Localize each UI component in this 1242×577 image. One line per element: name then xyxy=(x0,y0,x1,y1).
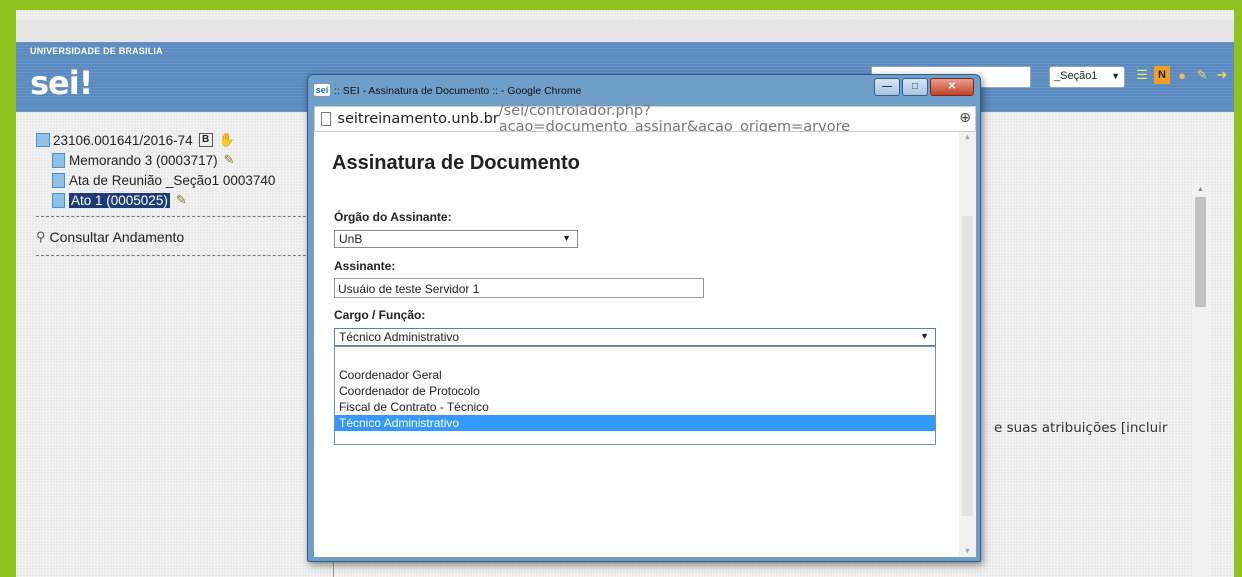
chevron-down-icon: ▼ xyxy=(920,331,929,341)
form-title: Assinatura de Documento xyxy=(332,152,580,174)
process-icon xyxy=(36,133,50,147)
tree-doc-label[interactable]: Ata de Reunião _Seção1 0003740 xyxy=(69,173,275,188)
divider xyxy=(36,255,316,256)
close-button[interactable]: ✕ xyxy=(930,78,974,96)
document-icon xyxy=(52,192,65,208)
tree-doc-memorando[interactable]: Memorando 3 (0003717) ✎ xyxy=(36,150,326,170)
divider xyxy=(36,216,316,217)
maximize-button[interactable]: □ xyxy=(902,78,928,96)
address-bar[interactable]: seitreinamento.unb.br/sei/controlador.ph… xyxy=(314,103,976,135)
header-icons: ☰ N ● ✎ ➜ xyxy=(1134,66,1230,84)
assinante-label: Assinante: xyxy=(334,259,396,273)
cargo-option[interactable]: Coordenador Geral xyxy=(337,367,933,383)
top-stripe xyxy=(16,20,1234,42)
document-icon xyxy=(52,152,65,168)
block-badge-icon[interactable]: B xyxy=(198,133,213,147)
window-frame-right xyxy=(1234,0,1242,577)
window-buttons: — □ ✕ xyxy=(874,78,974,96)
scroll-thumb[interactable] xyxy=(1195,197,1206,307)
cargo-option[interactable]: Coordenador de Protocolo xyxy=(337,383,933,399)
university-name: UNIVERSIDADE DE BRASILIA xyxy=(30,46,163,56)
scroll-up-icon[interactable]: ▲ xyxy=(1197,186,1204,193)
sei-favicon-icon: sei xyxy=(314,84,330,96)
tree-doc-ata[interactable]: Ata de Reunião _Seção1 0003740 xyxy=(36,170,326,190)
tools-icon[interactable]: ✎ xyxy=(1194,66,1210,84)
main-scrollbar[interactable]: ▲ ▼ xyxy=(1192,185,1210,577)
tree-doc-label-selected[interactable]: Ato 1 (0005025) xyxy=(69,192,170,208)
list-icon[interactable]: ☰ xyxy=(1134,66,1150,84)
page-icon xyxy=(321,112,332,126)
popup-window-title: :: SEI - Assinatura de Documento :: - Go… xyxy=(334,85,582,97)
chevron-down-icon: ▼ xyxy=(562,233,571,243)
pencil-icon[interactable]: ✎ xyxy=(224,152,235,168)
scroll-up-icon[interactable]: ▲ xyxy=(964,134,971,141)
magnifier-icon: ⚲ xyxy=(36,229,46,244)
minimize-button[interactable]: — xyxy=(874,78,900,96)
document-body-fragment: e suas atribuições [incluir xyxy=(994,420,1168,436)
orgao-select-value: UnB xyxy=(339,232,363,246)
address-host: seitreinamento.unb.br xyxy=(337,111,499,127)
unit-select[interactable]: _Seção1 ▼ xyxy=(1049,66,1125,88)
sei-logo[interactable]: sei! xyxy=(30,64,93,102)
unit-select-value: _Seção1 xyxy=(1054,70,1098,82)
scroll-down-icon[interactable]: ▼ xyxy=(964,548,971,555)
consult-andamento-link[interactable]: ⚲ Consultar Andamento xyxy=(36,229,326,245)
process-tree: 23106.001641/2016-74 B ✋ Memorando 3 (00… xyxy=(36,130,326,256)
address-path: /sei/controlador.php?acao=documento_assi… xyxy=(498,103,858,135)
tree-doc-ato[interactable]: Ato 1 (0005025) ✎ xyxy=(36,190,326,210)
pencil-icon[interactable]: ✎ xyxy=(176,192,187,208)
signature-popup-window: sei :: SEI - Assinatura de Documento :: … xyxy=(307,74,981,562)
zoom-icon[interactable]: ⊕ xyxy=(959,110,971,126)
cargo-select[interactable]: Técnico Administrativo ▼ xyxy=(334,328,936,346)
assinante-input[interactable] xyxy=(334,278,704,298)
document-icon xyxy=(52,172,65,188)
cargo-option-selected[interactable]: Técnico Administrativo xyxy=(335,415,935,431)
tree-doc-label[interactable]: Memorando 3 (0003717) xyxy=(69,153,218,168)
cargo-select-value: Técnico Administrativo xyxy=(339,330,460,344)
notes-icon[interactable]: N xyxy=(1154,66,1170,84)
scroll-thumb[interactable] xyxy=(962,216,973,516)
process-node[interactable]: 23106.001641/2016-74 B ✋ xyxy=(36,130,326,150)
cargo-option[interactable]: Fiscal de Contrato - Técnico xyxy=(337,399,933,415)
popup-content: Assinatura de Documento Órgão do Assinan… xyxy=(314,132,976,557)
cargo-dropdown-list[interactable]: Coordenador Geral Coordenador de Protoco… xyxy=(334,346,936,445)
hand-icon[interactable]: ✋ xyxy=(219,132,235,148)
chevron-down-icon: ▼ xyxy=(1111,71,1120,81)
process-number[interactable]: 23106.001641/2016-74 xyxy=(53,133,193,148)
orgao-label: Órgão do Assinante: xyxy=(334,210,452,224)
exit-icon[interactable]: ➜ xyxy=(1214,66,1230,84)
consult-andamento-label: Consultar Andamento xyxy=(49,229,185,245)
orgao-select[interactable]: UnB ▼ xyxy=(334,230,578,248)
cargo-label: Cargo / Função: xyxy=(334,308,426,322)
user-icon[interactable]: ● xyxy=(1174,66,1190,84)
popup-titlebar[interactable]: sei :: SEI - Assinatura de Documento :: … xyxy=(308,75,980,105)
popup-scrollbar[interactable]: ▲ ▼ xyxy=(959,132,976,557)
